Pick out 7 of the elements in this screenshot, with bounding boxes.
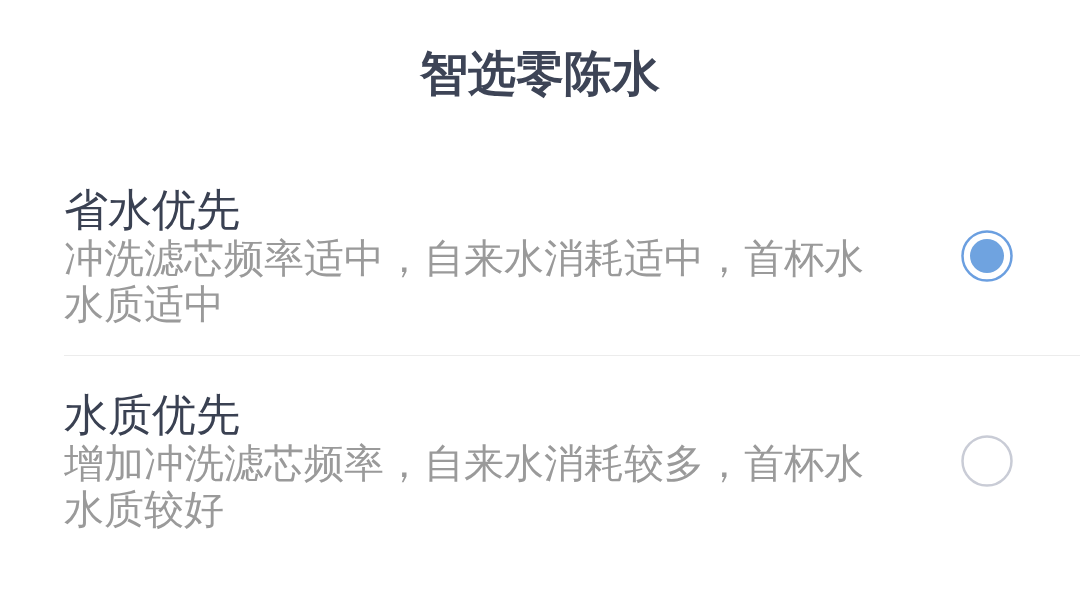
radio-button[interactable] [961, 230, 1013, 282]
option-description: 冲洗滤芯频率适中，自来水消耗适中，首杯水水质适中 [64, 235, 865, 327]
option-title: 省水优先 [64, 185, 241, 235]
option-title: 水质优先 [64, 390, 241, 440]
page-title: 智选零陈水 [419, 44, 661, 103]
radio-button[interactable] [961, 435, 1013, 487]
option-description: 增加冲洗滤芯频率，自来水消耗较多，首杯水水质较好 [64, 440, 865, 532]
